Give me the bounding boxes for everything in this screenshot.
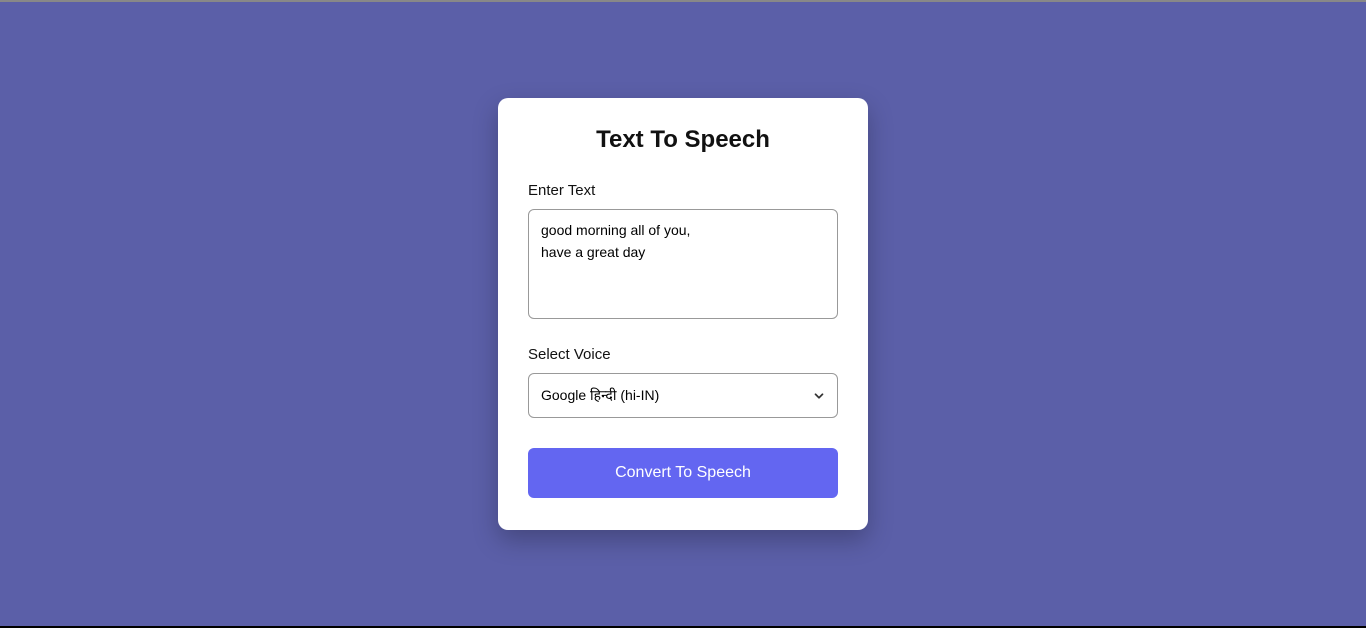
enter-text-label: Enter Text — [528, 182, 838, 199]
voice-select-wrapper: Google हिन्दी (hi-IN) — [528, 373, 838, 418]
voice-select[interactable]: Google हिन्दी (hi-IN) — [528, 373, 838, 418]
enter-text-group: Enter Text — [528, 182, 838, 324]
convert-button[interactable]: Convert To Speech — [528, 448, 838, 498]
card-title: Text To Speech — [528, 126, 838, 154]
select-voice-label: Select Voice — [528, 346, 838, 363]
voice-selected-value: Google हिन्दी (hi-IN) — [541, 386, 659, 405]
tts-card: Text To Speech Enter Text Select Voice G… — [498, 98, 868, 530]
select-voice-group: Select Voice Google हिन्दी (hi-IN) — [528, 346, 838, 418]
text-input[interactable] — [528, 209, 838, 319]
